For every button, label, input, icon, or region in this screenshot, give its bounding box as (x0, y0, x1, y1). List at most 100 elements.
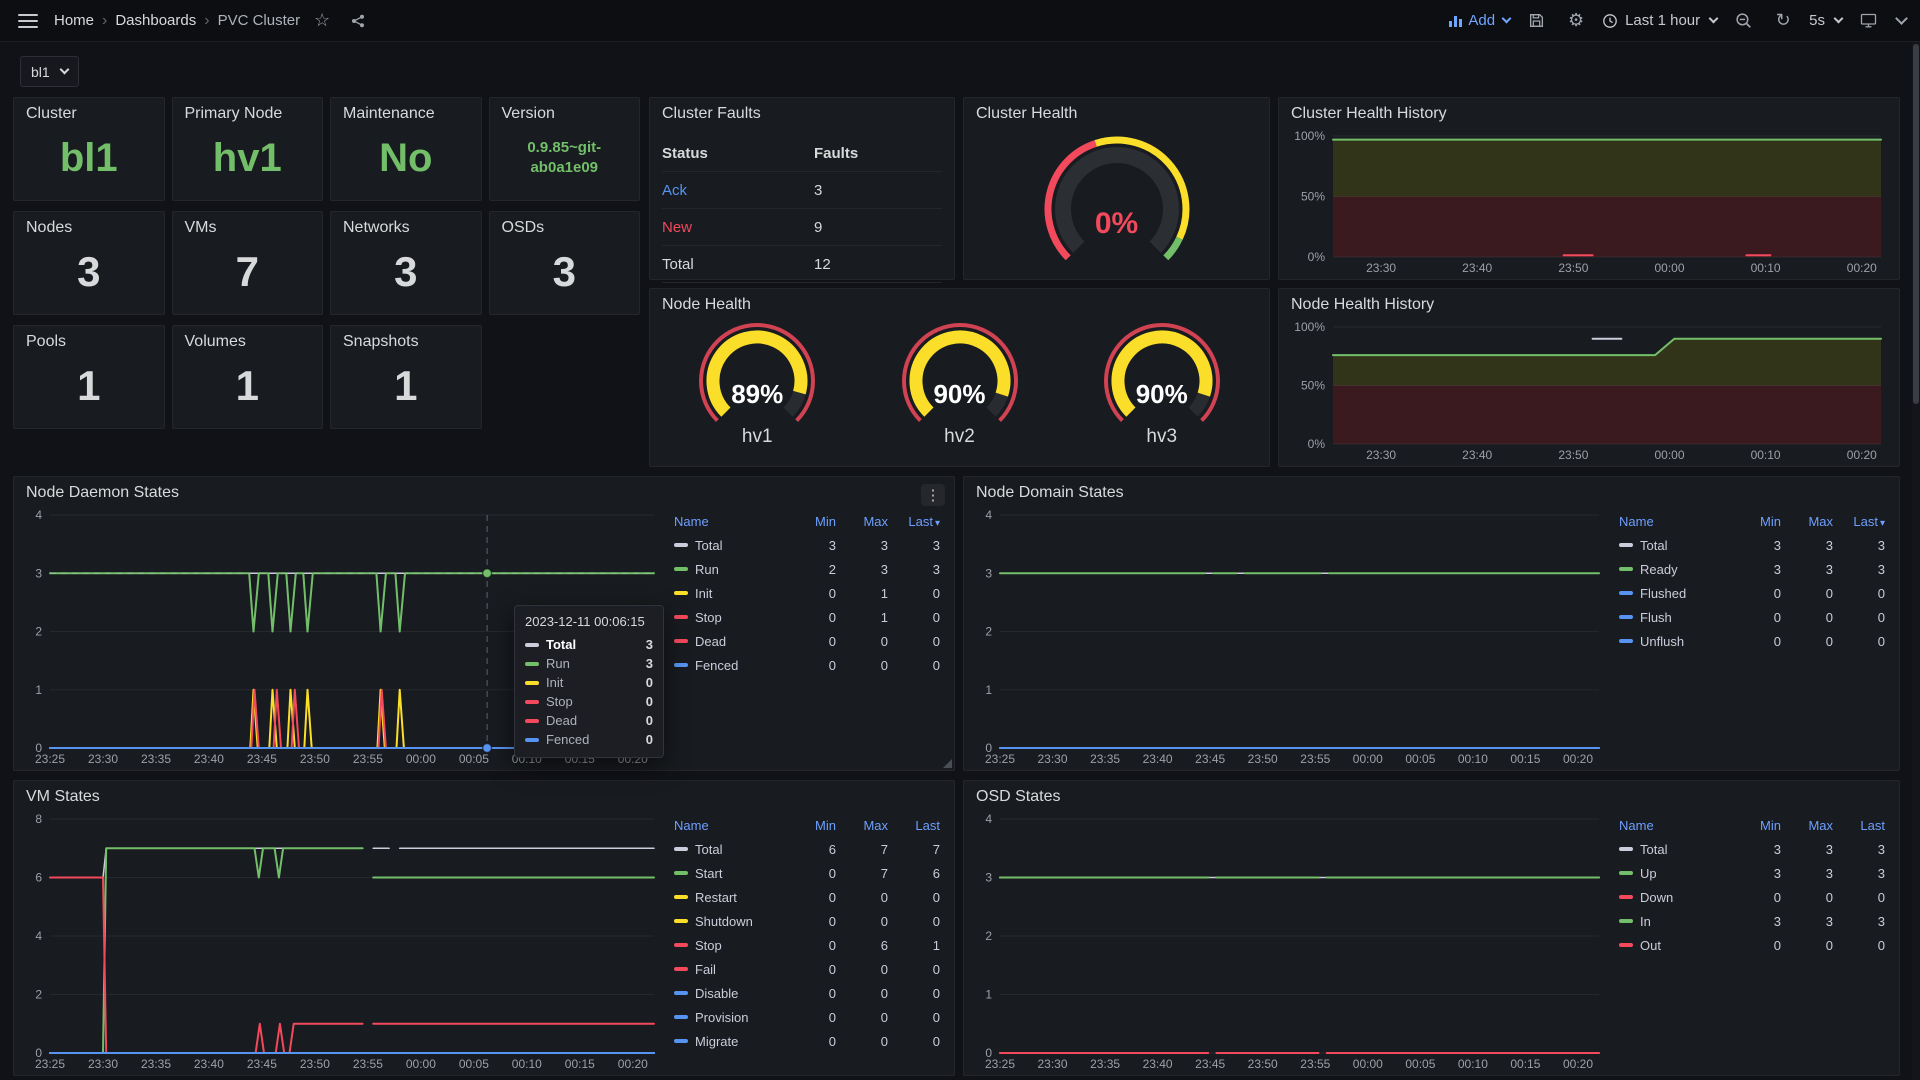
legend-row-dead[interactable]: Dead 000 (666, 629, 948, 653)
svg-text:4: 4 (35, 508, 42, 522)
panel-title[interactable]: Version (490, 98, 640, 123)
legend-row-stop[interactable]: Stop 010 (666, 605, 948, 629)
panel-title[interactable]: OSDs (490, 212, 640, 237)
svg-text:00:05: 00:05 (1405, 752, 1435, 766)
variable-dropdown[interactable]: bl1 (20, 56, 79, 87)
legend-row-down[interactable]: Down 000 (1611, 885, 1893, 909)
panel-title[interactable]: Snapshots (331, 326, 481, 351)
breadcrumb-dashboards[interactable]: Dashboards (115, 12, 196, 29)
svg-text:00:05: 00:05 (459, 752, 489, 766)
legend-header: NameMinMaxLast (666, 813, 948, 837)
legend-col-max[interactable]: Max (1781, 514, 1833, 529)
legend-row-out[interactable]: Out 000 (1611, 933, 1893, 957)
fault-row-total: Total 12 (662, 246, 942, 283)
refresh-icon[interactable]: ↻ (1769, 7, 1797, 35)
panel-resize-handle[interactable] (943, 759, 952, 768)
panel-title[interactable]: Node Domain States (964, 477, 1899, 502)
panel-title[interactable]: Cluster Health History (1279, 98, 1899, 123)
time-range-picker[interactable]: Last 1 hour (1602, 12, 1717, 29)
legend-row-shutdown[interactable]: Shutdown 000 (666, 909, 948, 933)
legend-col-max[interactable]: Max (836, 818, 888, 833)
series-color-icon (674, 615, 688, 619)
panel-title[interactable]: VMs (173, 212, 323, 237)
tv-mode-icon[interactable] (1854, 7, 1882, 35)
legend-row-start[interactable]: Start 076 (666, 861, 948, 885)
panel-title[interactable]: Nodes (14, 212, 164, 237)
node-health-gauge-hv2: 90% hv2 (865, 319, 1055, 462)
breadcrumb-current[interactable]: PVC Cluster (218, 12, 301, 29)
panel-title[interactable]: Node Daemon States (14, 477, 954, 502)
legend-row-migrate[interactable]: Migrate 000 (666, 1029, 948, 1053)
panel-title[interactable]: Volumes (173, 326, 323, 351)
zoom-out-icon[interactable] (1729, 7, 1757, 35)
legend-row-restart[interactable]: Restart 000 (666, 885, 948, 909)
legend-col-name[interactable]: Name (674, 818, 784, 833)
node-domain-states-legend: NameMinMaxLast▾ Total 333 Ready 333 Flus… (1611, 509, 1893, 764)
legend-col-max[interactable]: Max (836, 514, 888, 529)
cluster-health-gauge-wrap: 0% (964, 126, 1269, 275)
legend-col-min[interactable]: Min (784, 514, 836, 529)
legend-row-flush[interactable]: Flush 000 (1611, 605, 1893, 629)
panel-title[interactable]: Cluster Health (964, 98, 1269, 123)
settings-gear-icon[interactable]: ⚙ (1562, 7, 1590, 35)
panel-title[interactable]: Cluster Faults (650, 98, 954, 123)
save-dashboard-icon[interactable] (1522, 7, 1550, 35)
legend-row-stop[interactable]: Stop 061 (666, 933, 948, 957)
legend-col-min[interactable]: Min (784, 818, 836, 833)
panel-title[interactable]: Cluster (14, 98, 164, 123)
svg-text:00:15: 00:15 (1510, 1057, 1540, 1071)
panel-title[interactable]: Pools (14, 326, 164, 351)
legend-row-up[interactable]: Up 333 (1611, 861, 1893, 885)
legend-row-fenced[interactable]: Fenced 000 (666, 653, 948, 677)
breadcrumb-home[interactable]: Home (54, 12, 94, 29)
svg-text:23:40: 23:40 (1143, 1057, 1173, 1071)
panel-title[interactable]: Networks (331, 212, 481, 237)
scrollbar[interactable] (1912, 42, 1920, 1080)
legend-row-disable[interactable]: Disable 000 (666, 981, 948, 1005)
legend-row-fail[interactable]: Fail 000 (666, 957, 948, 981)
svg-text:00:00: 00:00 (406, 752, 436, 766)
legend-col-last[interactable]: Last▾ (1833, 514, 1885, 529)
panel-menu-icon[interactable]: ⋮ (921, 484, 945, 506)
panel-title[interactable]: Node Health (650, 289, 1269, 314)
panel-title[interactable]: VM States (14, 781, 954, 806)
legend-col-last[interactable]: Last▾ (888, 514, 940, 529)
legend-row-total[interactable]: Total 333 (666, 533, 948, 557)
panel-title[interactable]: Node Health History (1279, 289, 1899, 314)
favorite-star-icon[interactable]: ☆ (308, 7, 336, 35)
monitor-glyph (1860, 12, 1877, 29)
gauge-label: hv2 (865, 426, 1055, 448)
legend-row-flushed[interactable]: Flushed 000 (1611, 581, 1893, 605)
svg-text:00:00: 00:00 (1654, 448, 1684, 462)
legend-col-min[interactable]: Min (1729, 514, 1781, 529)
legend-col-max[interactable]: Max (1781, 818, 1833, 833)
legend-row-run[interactable]: Run 233 (666, 557, 948, 581)
legend-row-init[interactable]: Init 010 (666, 581, 948, 605)
legend-row-in[interactable]: In 333 (1611, 909, 1893, 933)
legend-row-unflush[interactable]: Unflush 000 (1611, 629, 1893, 653)
refresh-interval-picker[interactable]: 5s (1809, 12, 1842, 29)
legend-col-last[interactable]: Last (1833, 818, 1885, 833)
panel-title[interactable]: Primary Node (173, 98, 323, 123)
legend-col-min[interactable]: Min (1729, 818, 1781, 833)
legend-row-ready[interactable]: Ready 333 (1611, 557, 1893, 581)
svg-text:0%: 0% (1308, 250, 1326, 264)
legend-row-total[interactable]: Total 333 (1611, 837, 1893, 861)
legend-col-name[interactable]: Name (1619, 514, 1729, 529)
legend-col-name[interactable]: Name (1619, 818, 1729, 833)
legend-row-provision[interactable]: Provision 000 (666, 1005, 948, 1029)
share-icon[interactable] (344, 7, 372, 35)
panel-title[interactable]: OSD States (964, 781, 1899, 806)
legend-row-total[interactable]: Total 333 (1611, 533, 1893, 557)
panel-title[interactable]: Maintenance (331, 98, 481, 123)
legend-col-name[interactable]: Name (674, 514, 784, 529)
legend-row-total[interactable]: Total 677 (666, 837, 948, 861)
collapse-chevron-icon[interactable] (1895, 12, 1908, 25)
svg-text:3: 3 (985, 566, 992, 580)
scrollbar-thumb[interactable] (1913, 44, 1919, 404)
tooltip-row-init: Init0 (525, 673, 653, 692)
add-button[interactable]: Add (1448, 12, 1510, 29)
legend-col-last[interactable]: Last (888, 818, 940, 833)
menu-icon[interactable] (14, 7, 42, 35)
panel-node-daemon-states: Node Daemon States ⋮ 0123423:2523:3023:3… (13, 476, 955, 771)
